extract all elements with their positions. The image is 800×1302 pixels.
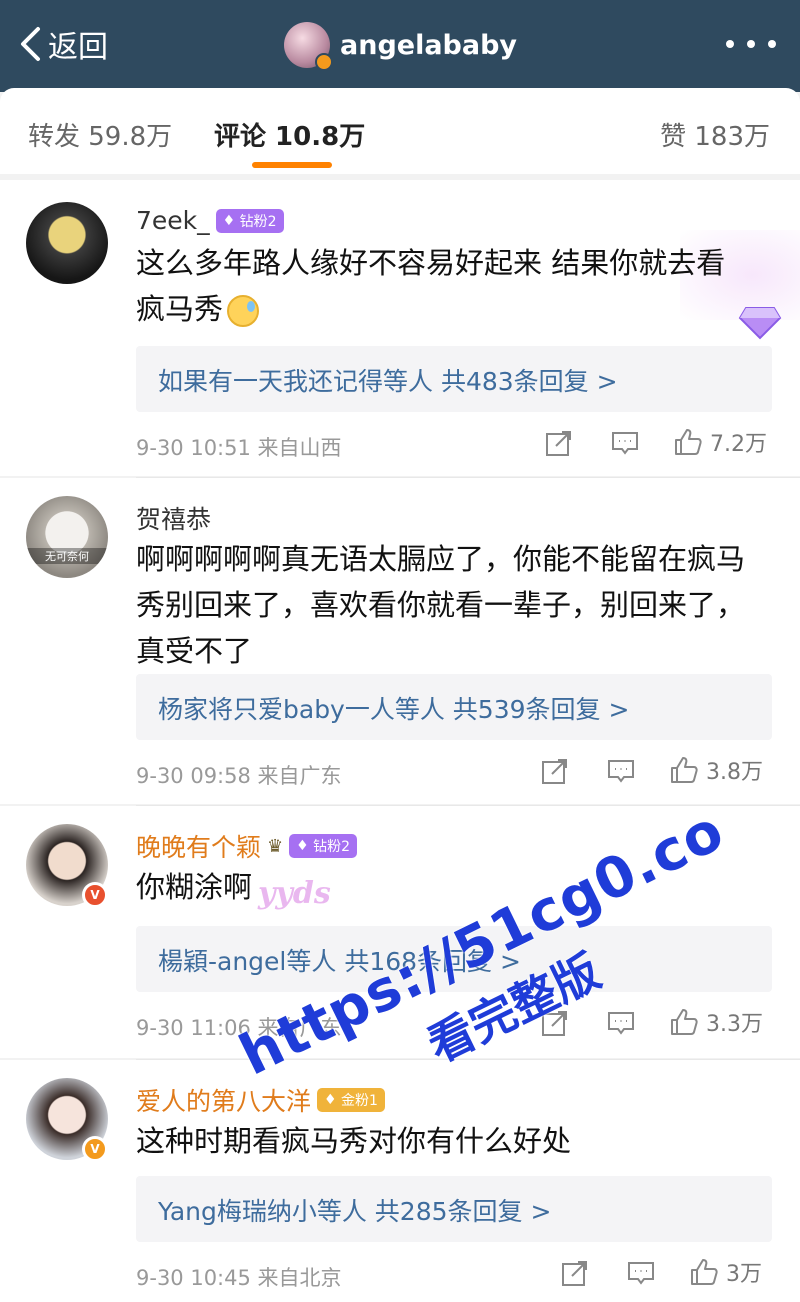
share-icon bbox=[546, 431, 571, 456]
share-icon bbox=[542, 1011, 567, 1036]
tab-likes[interactable]: 赞 183万 bbox=[660, 116, 770, 153]
comment-button[interactable] bbox=[626, 1258, 656, 1288]
avatar-caption: 无可奈何 bbox=[26, 548, 108, 564]
diamond-icon bbox=[738, 307, 782, 340]
like-count: 7.2万 bbox=[710, 432, 767, 457]
comment-user[interactable]: 7eek_ ♦ 钻粉2 bbox=[136, 206, 284, 235]
replies-label: 杨家将只爱baby一人等人 共539条回复 > bbox=[158, 695, 630, 724]
avatar[interactable] bbox=[26, 202, 108, 284]
chevron-left-icon bbox=[21, 27, 40, 61]
share-icon bbox=[542, 759, 567, 784]
crown-icon: ♛ bbox=[267, 835, 284, 857]
comment-item: 无可奈何 贺禧恭 啊啊啊啊啊真无语太膈应了，你能不能留在疯马秀别回来了，喜欢看你… bbox=[0, 478, 800, 804]
share-button[interactable] bbox=[540, 1008, 570, 1038]
like-button[interactable]: 7.2万 bbox=[672, 426, 767, 458]
replies-label: 楊穎-angel等人 共168条回复 > bbox=[158, 947, 521, 976]
thumbs-up-icon bbox=[691, 1259, 718, 1285]
fan-badge: ♦ 钻粉2 bbox=[215, 208, 284, 233]
username: 晚晚有个颖 bbox=[136, 833, 262, 862]
verified-icon: V bbox=[82, 1136, 108, 1162]
fan-badge-label: 金粉1 bbox=[341, 1093, 378, 1109]
like-button[interactable]: 3万 bbox=[688, 1256, 762, 1288]
comment-button[interactable] bbox=[610, 428, 640, 458]
comment-text-content: 这么多年路人缘好不容易好起来 结果你就去看疯马秀 bbox=[136, 246, 726, 326]
page-title: angelababy bbox=[340, 29, 518, 61]
comment-user[interactable]: 爱人的第八大洋 ♦ 金粉1 bbox=[136, 1082, 385, 1118]
like-count: 3万 bbox=[726, 1262, 762, 1287]
replies-link[interactable]: 楊穎-angel等人 共168条回复 > bbox=[136, 926, 772, 992]
comment-meta: 9-30 10:51 来自山西 bbox=[136, 436, 342, 460]
more-dot-icon bbox=[726, 40, 734, 48]
comment-user[interactable]: 晚晚有个颖 ♛ ♦ 钻粉2 bbox=[136, 828, 358, 864]
comment-button[interactable] bbox=[606, 756, 636, 786]
sweat-emoji-icon bbox=[227, 295, 260, 327]
comment-meta: 9-30 11:06 来自广东 bbox=[136, 1016, 342, 1040]
comment-item: 7eek_ ♦ 钻粉2 这么多年路人缘好不容易好起来 结果你就去看疯马秀 如果有… bbox=[0, 180, 800, 476]
fan-badge: ♦ 钻粉2 bbox=[289, 834, 358, 858]
comment-icon bbox=[608, 1012, 634, 1035]
replies-link[interactable]: 如果有一天我还记得等人 共483条回复 > bbox=[136, 346, 772, 412]
like-count: 3.8万 bbox=[706, 760, 763, 785]
top-bar: 返回 angelababy bbox=[0, 0, 800, 92]
more-dot-icon bbox=[747, 40, 755, 48]
tab-comments[interactable]: 评论 10.8万 bbox=[214, 116, 365, 153]
comment-text: 啊啊啊啊啊真无语太膈应了，你能不能留在疯马秀别回来了，喜欢看你就看一辈子，别回来… bbox=[136, 542, 746, 668]
replies-link[interactable]: 杨家将只爱baby一人等人 共539条回复 > bbox=[136, 674, 772, 740]
tab-reposts[interactable]: 转发 59.8万 bbox=[28, 116, 172, 153]
fan-badge-label: 钻粉2 bbox=[313, 839, 351, 855]
comment-text: 你糊涂啊 bbox=[136, 870, 253, 904]
replies-label: 如果有一天我还记得等人 共483条回复 > bbox=[158, 367, 618, 396]
thumbs-up-icon bbox=[675, 429, 702, 455]
replies-link[interactable]: Yang梅瑞纳小等人 共285条回复 > bbox=[136, 1176, 772, 1242]
thumbs-up-icon bbox=[671, 757, 698, 783]
replies-label: Yang梅瑞纳小等人 共285条回复 > bbox=[158, 1197, 552, 1226]
share-button[interactable] bbox=[540, 756, 570, 786]
username: 7eek_ bbox=[136, 206, 210, 235]
comment-item: V 爱人的第八大洋 ♦ 金粉1 这种时期看疯马秀对你有什么好处 Yang梅瑞纳小… bbox=[0, 1060, 800, 1302]
back-button[interactable]: 返回 bbox=[18, 22, 108, 66]
username: 贺禧恭 bbox=[136, 505, 212, 534]
profile-title[interactable]: angelababy bbox=[284, 20, 518, 71]
comment-icon bbox=[608, 760, 634, 783]
share-button[interactable] bbox=[544, 428, 574, 458]
tab-indicator bbox=[252, 162, 332, 168]
comment-meta: 9-30 10:45 来自北京 bbox=[136, 1266, 342, 1290]
tab-bar: 转发 59.8万 评论 10.8万 赞 183万 bbox=[0, 88, 800, 174]
avatar[interactable]: 无可奈何 bbox=[26, 496, 108, 578]
fan-badge: ♦ 金粉1 bbox=[317, 1088, 385, 1112]
back-label: 返回 bbox=[48, 30, 108, 65]
yyds-sticker: yyds bbox=[258, 876, 331, 911]
thumbs-up-icon bbox=[671, 1009, 698, 1035]
like-button[interactable]: 3.8万 bbox=[668, 754, 763, 786]
avatar bbox=[284, 22, 333, 71]
comment-item: V 晚晚有个颖 ♛ ♦ 钻粉2 你糊涂啊 楊穎-angel等人 共168条回复 … bbox=[0, 806, 800, 1058]
comment-button[interactable] bbox=[606, 1008, 636, 1038]
more-button[interactable] bbox=[726, 32, 776, 56]
like-button[interactable]: 3.3万 bbox=[668, 1006, 763, 1038]
like-count: 3.3万 bbox=[706, 1012, 763, 1037]
share-button[interactable] bbox=[560, 1258, 590, 1288]
comment-text: 这种时期看疯马秀对你有什么好处 bbox=[136, 1124, 572, 1158]
verified-icon bbox=[315, 53, 333, 71]
comment-user[interactable]: 贺禧恭 bbox=[136, 500, 211, 536]
username: 爱人的第八大洋 bbox=[136, 1087, 312, 1116]
comment-text: 这么多年路人缘好不容易好起来 结果你就去看疯马秀 bbox=[136, 240, 746, 332]
verified-icon: V bbox=[82, 882, 108, 908]
more-dot-icon bbox=[768, 40, 776, 48]
share-icon bbox=[562, 1261, 587, 1286]
comment-meta: 9-30 09:58 来自广东 bbox=[136, 764, 342, 788]
comment-icon bbox=[628, 1262, 654, 1285]
fan-badge-label: 钻粉2 bbox=[239, 213, 277, 230]
comment-icon bbox=[612, 432, 638, 455]
